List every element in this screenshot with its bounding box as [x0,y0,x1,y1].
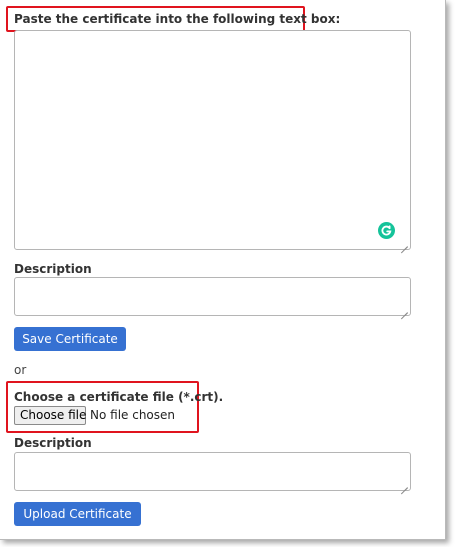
paste-certificate-label: Paste the certificate into the following… [14,12,341,26]
grammarly-icon[interactable] [378,222,395,239]
upload-description-textarea[interactable] [14,452,411,491]
choose-file-label: Choose a certificate file (*.crt). [14,390,224,404]
or-separator: or [14,363,27,377]
grammarly-glyph [381,225,392,236]
certificate-panel: Paste the certificate into the following… [0,0,446,540]
description-textarea[interactable] [14,277,411,316]
upload-description-label: Description [14,436,92,450]
save-certificate-button[interactable]: Save Certificate [14,327,126,351]
choose-file-button[interactable]: Choose file [14,406,86,425]
description-label: Description [14,262,92,276]
file-status-text: No file chosen [90,408,176,422]
upload-certificate-button[interactable]: Upload Certificate [14,502,141,526]
certificate-textarea[interactable] [14,30,411,250]
